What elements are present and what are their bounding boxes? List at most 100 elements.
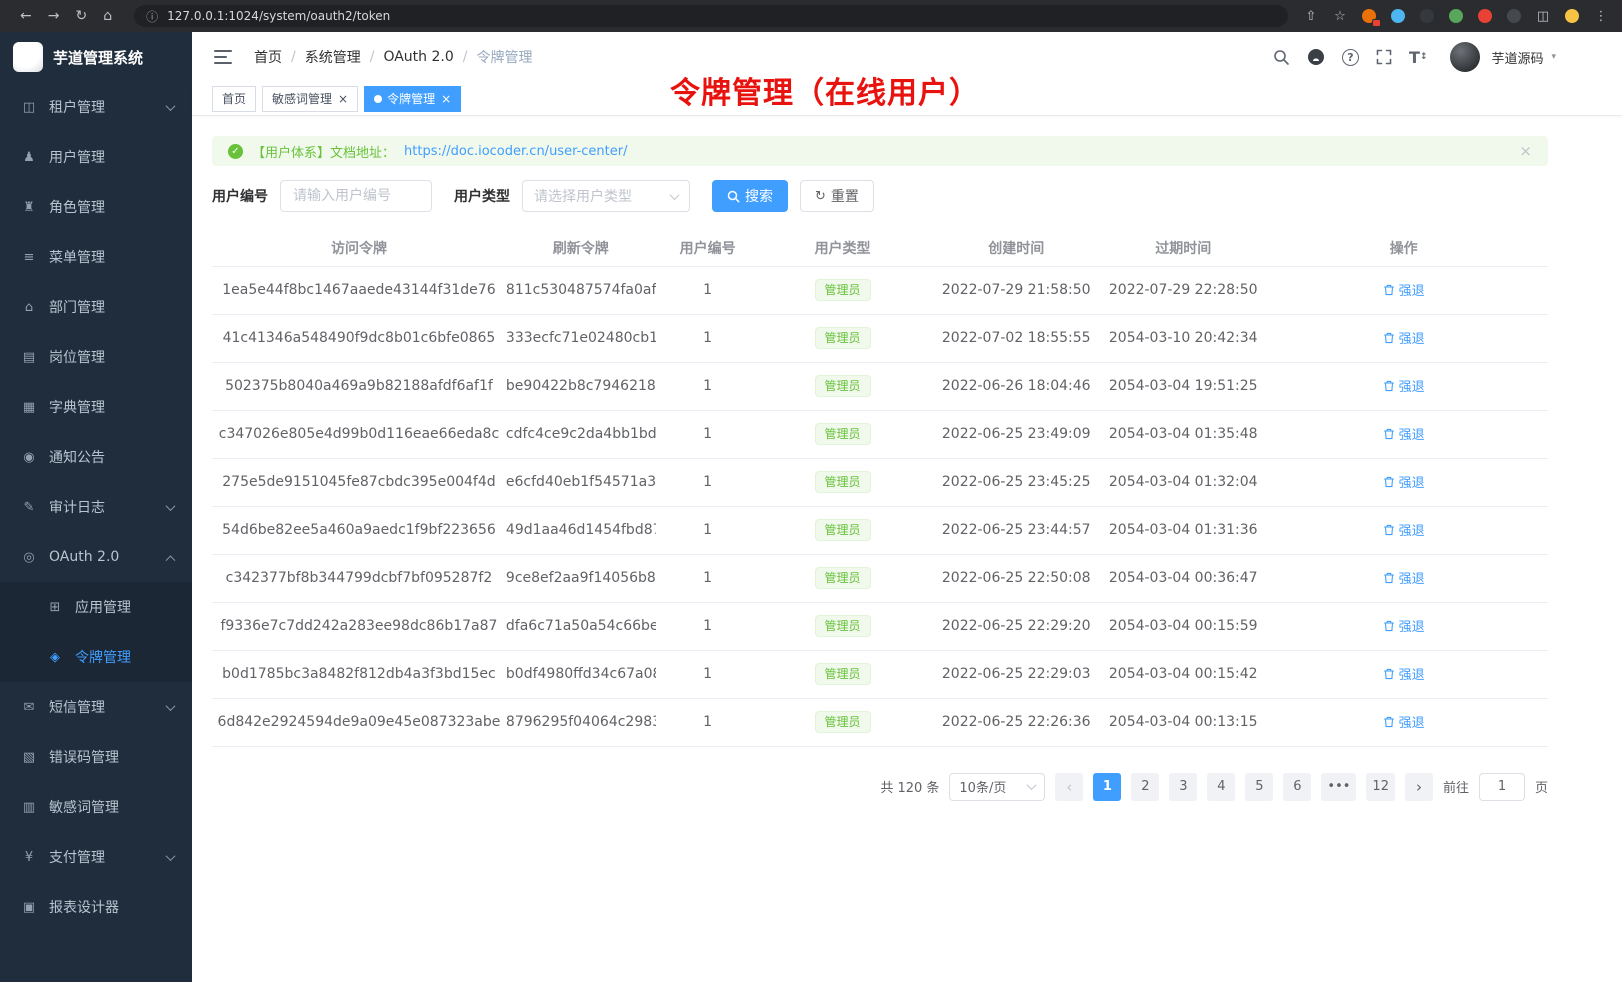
user-id-input[interactable] — [280, 180, 432, 212]
home-icon[interactable]: ⌂ — [103, 8, 112, 24]
extension-icon-green[interactable] — [1447, 7, 1465, 25]
user-menu-caret-icon[interactable]: ▾ — [1551, 52, 1556, 62]
table-row: c342377bf8b344799dcbf7bf095287f2 9ce8ef2… — [212, 554, 1548, 602]
sidebar-item-sensitive-word[interactable]: ▥ 敏感词管理 — [0, 782, 192, 832]
share-icon[interactable]: ⇧ — [1302, 7, 1320, 25]
site-info-icon[interactable]: ⓘ — [146, 8, 158, 25]
logo-avatar — [13, 42, 43, 72]
sidebar-item-user[interactable]: ♟ 用户管理 — [0, 132, 192, 182]
created-time-cell: 2022-06-25 23:44:57 — [925, 506, 1107, 554]
sidebar-item-menu[interactable]: ≡ 菜单管理 — [0, 232, 192, 282]
sidebar-item-oauth2-app[interactable]: ⊞ 应用管理 — [0, 582, 192, 632]
goto-page-input[interactable] — [1479, 773, 1525, 801]
page-button[interactable]: 12 — [1366, 773, 1395, 801]
force-logout-button[interactable]: 强退 — [1383, 616, 1425, 635]
bookmark-star-icon[interactable]: ☆ — [1331, 7, 1349, 25]
created-time-cell: 2022-06-25 22:29:20 — [925, 602, 1107, 650]
page-button[interactable]: 6 — [1283, 773, 1311, 801]
force-logout-button[interactable]: 强退 — [1383, 664, 1425, 683]
search-icon[interactable] — [1273, 49, 1290, 66]
view-tab[interactable]: 敏感词管理 × — [262, 86, 358, 112]
sidebar-item-error-code[interactable]: ▧ 错误码管理 — [0, 732, 192, 782]
menu-item-icon: ✎ — [20, 500, 38, 515]
page-button[interactable]: ••• — [1321, 773, 1356, 801]
force-logout-button[interactable]: 强退 — [1383, 280, 1425, 299]
extension-icon-blue[interactable] — [1389, 7, 1407, 25]
menu-item-label: 岗位管理 — [49, 347, 105, 367]
column-header: 创建时间 — [925, 230, 1107, 266]
page-button[interactable]: 1 — [1093, 773, 1121, 801]
force-logout-button[interactable]: 强退 — [1383, 328, 1425, 347]
menu-item-icon: ▤ — [20, 350, 38, 365]
icon-dot — [1391, 9, 1405, 23]
close-tab-icon[interactable]: × — [338, 93, 348, 105]
next-page-button[interactable]: › — [1405, 773, 1433, 801]
force-logout-button[interactable]: 强退 — [1383, 712, 1425, 731]
extension-icon-orange[interactable] — [1360, 7, 1378, 25]
collapse-sidebar-icon[interactable] — [214, 50, 232, 64]
user-type-cell: 管理员 — [760, 698, 926, 746]
menu-item-icon: ▣ — [20, 900, 38, 915]
more-menu-icon[interactable]: ⋮ — [1592, 7, 1610, 25]
profile-avatar[interactable] — [1563, 7, 1581, 25]
page-button[interactable]: 3 — [1169, 773, 1197, 801]
sidebar-item-oauth2-token[interactable]: ◈ 令牌管理 — [0, 632, 192, 682]
sidebar-item-audit-log[interactable]: ✎ 审计日志 — [0, 482, 192, 532]
page-size-select[interactable]: 10条/页 — [949, 773, 1045, 801]
github-icon[interactable] — [1307, 48, 1325, 66]
sidebar-item-role[interactable]: ♜ 角色管理 — [0, 182, 192, 232]
sidebar-item-tenant[interactable]: ◫ 租户管理 — [0, 82, 192, 132]
alert-close-icon[interactable]: × — [1519, 142, 1532, 160]
view-tab[interactable]: 令牌管理 × — [364, 86, 461, 112]
prev-page-button[interactable]: ‹ — [1055, 773, 1083, 801]
username[interactable]: 芋道源码 — [1491, 48, 1543, 67]
sidebar-item-sms[interactable]: ✉ 短信管理 — [0, 682, 192, 732]
font-size-icon[interactable]: T↕ — [1409, 48, 1427, 67]
actions-cell: 强退 — [1259, 458, 1548, 506]
page-button[interactable]: 2 — [1131, 773, 1159, 801]
split-view-icon[interactable]: ◫ — [1534, 7, 1552, 25]
force-logout-button[interactable]: 强退 — [1383, 376, 1425, 395]
close-tab-icon[interactable]: × — [441, 93, 451, 105]
back-icon[interactable]: ← — [20, 8, 32, 24]
breadcrumb-item[interactable]: 首页 — [254, 47, 282, 67]
user-avatar[interactable] — [1450, 42, 1480, 72]
sidebar-item-oauth2[interactable]: ◎ OAuth 2.0 — [0, 532, 192, 582]
force-logout-button[interactable]: 强退 — [1383, 520, 1425, 539]
force-logout-button[interactable]: 强退 — [1383, 472, 1425, 491]
extension-icon-black[interactable] — [1418, 7, 1436, 25]
sidebar-item-notice[interactable]: ◉ 通知公告 — [0, 432, 192, 482]
help-icon[interactable]: ? — [1342, 49, 1359, 66]
url-bar[interactable]: ⓘ 127.0.0.1:1024/system/oauth2/token — [134, 5, 1288, 27]
breadcrumb-item[interactable]: OAuth 2.0 — [383, 49, 453, 65]
sidebar-item-dept[interactable]: ⌂ 部门管理 — [0, 282, 192, 332]
force-logout-button[interactable]: 强退 — [1383, 568, 1425, 587]
user-type-cell: 管理员 — [760, 650, 926, 698]
user-id-cell: 1 — [656, 362, 760, 410]
user-type-select[interactable]: 请选择用户类型 — [522, 180, 690, 212]
search-button[interactable]: 搜索 — [712, 180, 788, 212]
reload-icon[interactable]: ↻ — [75, 8, 87, 24]
view-tab[interactable]: 首页 — [212, 86, 256, 112]
doc-link[interactable]: https://doc.iocoder.cn/user-center/ — [404, 144, 627, 159]
expire-time-cell: 2054-03-04 00:15:59 — [1107, 602, 1259, 650]
force-logout-button[interactable]: 强退 — [1383, 424, 1425, 443]
user-type-cell: 管理员 — [760, 410, 926, 458]
sidebar-item-dict[interactable]: ▦ 字典管理 — [0, 382, 192, 432]
forward-icon[interactable]: → — [48, 8, 60, 24]
sidebar-item-pay[interactable]: ¥ 支付管理 — [0, 832, 192, 882]
extension-icon-dark[interactable] — [1505, 7, 1523, 25]
app-logo[interactable]: 芋道管理系统 — [0, 32, 192, 82]
sidebar-item-post[interactable]: ▤ 岗位管理 — [0, 332, 192, 382]
breadcrumb-item[interactable]: 令牌管理 — [476, 47, 532, 67]
reset-button[interactable]: ↻ 重置 — [800, 180, 874, 212]
sidebar-item-report-designer[interactable]: ▣ 报表设计器 — [0, 882, 192, 932]
extension-icon-red[interactable] — [1476, 7, 1494, 25]
success-check-icon: ✓ — [228, 144, 243, 159]
breadcrumb-item[interactable]: 系统管理 — [305, 47, 361, 67]
expire-time-cell: 2054-03-04 00:36:47 — [1107, 554, 1259, 602]
header-actions: ? T↕ 芋道源码 ▾ — [1273, 42, 1556, 72]
page-button[interactable]: 4 — [1207, 773, 1235, 801]
fullscreen-icon[interactable] — [1376, 49, 1392, 65]
page-button[interactable]: 5 — [1245, 773, 1273, 801]
